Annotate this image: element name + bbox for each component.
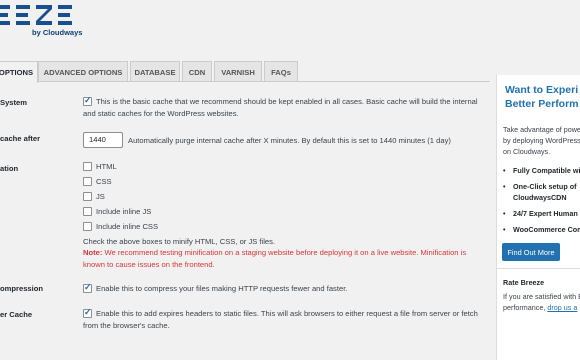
promo-heading-1: Want to Experi <box>505 84 579 96</box>
minify-html-checkbox[interactable] <box>83 162 92 171</box>
minify-js-checkbox[interactable] <box>83 192 92 201</box>
cache-system-desc-2: and static caches for the WordPress webs… <box>83 109 239 118</box>
cache-system-checkbox[interactable] <box>83 95 92 106</box>
gzip-checkbox[interactable] <box>83 282 92 293</box>
promo-bullet: WooCommerce Com <box>503 224 580 235</box>
promo-bullet-text: One-Click setup of <box>513 182 577 191</box>
promo-heading: Want to Experi Better Perform <box>505 83 579 111</box>
browser-cache-label: er Cache <box>0 310 33 319</box>
logo-tagline: by Cloudways <box>32 28 83 37</box>
note-text-2: known to cause issues on the frontend. <box>83 260 215 269</box>
rate-text-1: If you are satisfied with B <box>503 292 580 301</box>
promo-intro-3: on Cloudways. <box>503 147 551 156</box>
minify-css-label: CSS <box>96 177 112 186</box>
tab-cdn[interactable]: CDN <box>182 61 212 82</box>
gzip-desc: Enable this to compress your files makin… <box>96 284 348 293</box>
sidebar-divider <box>497 268 580 269</box>
promo-bullet: 24/7 Expert Human <box>503 208 578 219</box>
minify-html-label: HTML <box>96 162 117 171</box>
minification-note: Note: We recommend testing minification … <box>83 247 466 259</box>
rate-breeze-heading: Rate Breeze <box>503 278 545 287</box>
breeze-logo-mark <box>0 5 72 25</box>
browser-cache-desc-2: from the browser's cache. <box>83 321 170 330</box>
tab-varnish[interactable]: VARNISH <box>214 61 262 82</box>
promo-bullet-text: Fully Compatible wi <box>513 166 580 175</box>
promo-bullet: Fully Compatible wi <box>503 165 580 176</box>
settings-panel: System This is the basic cache that we r… <box>0 82 490 360</box>
gzip-label: ompression <box>0 284 44 293</box>
inline-css-label: Include inline CSS <box>96 222 159 231</box>
tab-advanced-options[interactable]: ADVANCED OPTIONS <box>38 61 128 82</box>
find-out-more-button[interactable]: Find Out More <box>502 243 560 261</box>
browser-cache-checkbox[interactable] <box>83 307 92 318</box>
tab-faqs[interactable]: FAQs <box>264 61 298 82</box>
promo-bullet-text: WooCommerce Com <box>513 225 580 234</box>
note-label: Note: <box>83 248 103 257</box>
promo-bullet: One-Click setup of CloudwaysCDN <box>503 181 577 203</box>
minify-css-checkbox[interactable] <box>83 177 92 186</box>
purge-cache-desc: Automatically purge internal cache after… <box>128 136 451 145</box>
promo-intro-1: Take advantage of powe <box>503 125 580 134</box>
promo-bullet-text: 24/7 Expert Human <box>513 209 578 218</box>
rate-link[interactable]: drop us a <box>547 303 577 312</box>
tab-database[interactable]: DATABASE <box>130 61 180 82</box>
tab-options[interactable]: OPTIONS <box>0 61 38 83</box>
rate-text-2-plain: performance, <box>503 303 548 312</box>
cache-system-label: System <box>0 98 28 107</box>
minify-js-label: JS <box>96 192 105 201</box>
inline-js-checkbox[interactable] <box>83 207 92 216</box>
note-text-1: We recommend testing minification on a s… <box>104 248 467 257</box>
inline-js-label: Include inline JS <box>96 207 152 216</box>
inline-css-checkbox[interactable] <box>83 222 92 231</box>
purge-minutes-input[interactable]: 1440 <box>83 132 123 148</box>
purge-cache-label: cache after <box>0 134 41 143</box>
browser-cache-desc-1: Enable this to add expires headers to st… <box>96 309 478 318</box>
rate-text-2: performance, drop us a <box>503 302 577 313</box>
promo-heading-2: Better Perform <box>505 98 579 110</box>
cache-system-desc-1: This is the basic cache that we recommen… <box>96 97 478 106</box>
promo-bullet-text: CloudwaysCDN <box>513 193 567 202</box>
promo-intro-2: by deploying WordPress <box>503 136 580 145</box>
minification-label: ation <box>0 164 19 173</box>
promo-sidebar: Want to Experi Better Perform Take advan… <box>496 75 580 360</box>
